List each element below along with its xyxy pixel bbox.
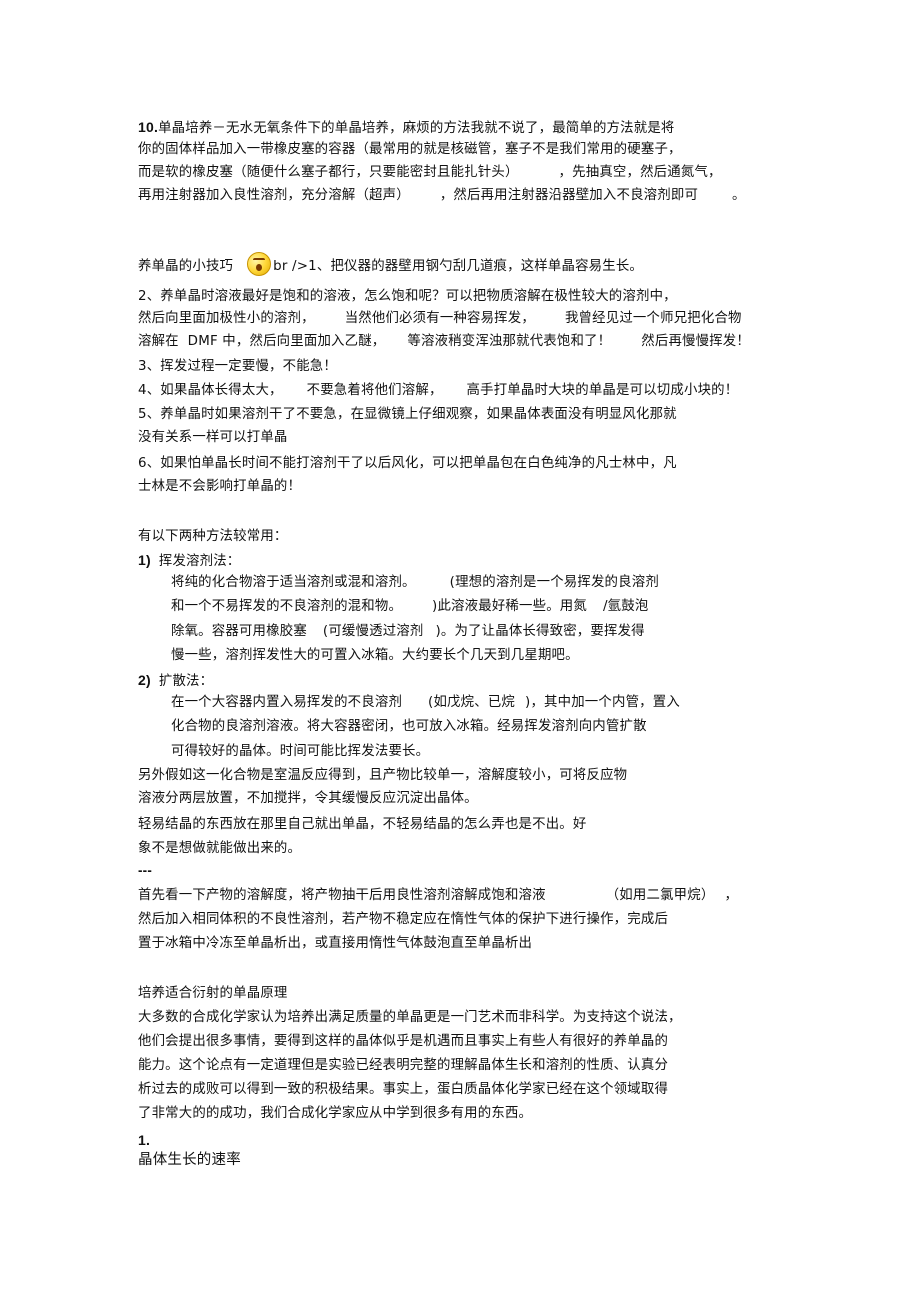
paragraph-line: 他们会提出很多事情，要得到这样的晶体似乎是机遇而且事实上有些人有很好的养单晶的 <box>138 1034 669 1049</box>
section-number: 10. <box>138 119 159 135</box>
method-2-line: 可得较好的晶体。时间可能比挥发法要长。 <box>171 744 430 759</box>
tip-item-5: 5、养单晶时如果溶剂干了不要急，在显微镜上仔细观察，如果晶体表面没有明显风化那就 <box>138 407 677 422</box>
paragraph-line: 你的固体样品加入一带橡皮塞的容器（最常用的就是核磁管，塞子不是我们常用的硬塞子， <box>138 142 682 157</box>
tips-heading-line: 养单晶的小技巧 br />1、把仪器的器壁用钢勺刮几道痕，这样单晶容易生长。 <box>138 252 643 276</box>
method-1-line: 将纯的化合物溶于适当溶剂或混和溶剂。 (理想的溶剂是一个易挥发的良溶剂 <box>171 575 659 590</box>
paragraph-line: 首先看一下产物的溶解度，将产物抽干后用良性溶剂溶解成饱和溶液 （如用二氯甲烷）， <box>138 888 739 903</box>
method-1-line: 慢一些，溶剂挥发性大的可置入冰箱。大约要长个几天到几星期吧。 <box>171 648 579 663</box>
paragraph-line: 另外假如这一化合物是室温反应得到，且产物比较单一，溶解度较小，可将反应物 <box>138 768 628 783</box>
method-1-line: 除氧。容器可用橡胶塞 (可缓慢透过溶剂)。为了让晶体长得致密，要挥发得 <box>171 624 645 639</box>
tip-item-6: 6、如果怕单晶长时间不能打溶剂干了以后风化，可以把单晶包在白色纯净的凡士林中，凡 <box>138 456 677 471</box>
method-1-heading: 1) 挥发溶剂法： <box>138 552 241 569</box>
paragraph-line: 10.单晶培养－无水无氧条件下的单晶培养，麻烦的方法我就不说了，最简单的方法就是… <box>138 119 675 136</box>
methods-intro: 有以下两种方法较常用： <box>138 529 288 544</box>
section-title: 培养适合衍射的单晶原理 <box>138 986 288 1001</box>
method-2-line: 化合物的良溶剂溶液。将大容器密闭，也可放入冰箱。经易挥发溶剂向内管扩散 <box>171 719 647 734</box>
paragraph-line: 置于冰箱中冷冻至单晶析出，或直接用惰性气体鼓泡直至单晶析出 <box>138 936 533 951</box>
paragraph-line: 能力。这个论点有一定道理但是实验已经表明完整的理解晶体生长和溶剂的性质、认真分 <box>138 1058 669 1073</box>
shocked-face-emoticon-icon <box>247 252 272 276</box>
tip-item-5-cont: 没有关系一样可以打单晶 <box>138 430 288 445</box>
tip-item-2-cont: 然后向里面加极性小的溶剂， 当然他们必须有一种容易挥发， 我曾经见过一个师兄把化合物 <box>138 311 742 326</box>
method-1-line: 和一个不易挥发的不良溶剂的混和物。)此溶液最好稀一些。用氮/氩鼓泡 <box>171 599 649 614</box>
paragraph-line: 了非常大的的成功，我们合成化学家应从中学到很多有用的东西。 <box>138 1106 533 1121</box>
paragraph-line: 溶液分两层放置，不加搅拌，令其缓慢反应沉淀出晶体。 <box>138 791 478 806</box>
subsection-title: 晶体生长的速率 <box>138 1152 241 1168</box>
paragraph-line: 象不是想做就能做出来的。 <box>138 841 302 856</box>
paragraph-line: 然后加入相同体积的不良性溶剂，若产物不稳定应在惰性气体的保护下进行操作，完成后 <box>138 912 669 927</box>
method-2-heading: 2) 扩散法： <box>138 672 214 689</box>
separator-text: --- <box>138 863 152 878</box>
tip-item-3: 3、挥发过程一定要慢，不能急！ <box>138 359 337 374</box>
paragraph-line: 再用注射器加入良性溶剂，充分溶解（超声） ，然后再用注射器沿器壁加入不良溶剂即可。 <box>138 188 746 203</box>
paragraph-line: 而是软的橡皮塞（随便什么塞子都行，只要能密封且能扎针头） ，先抽真空，然后通氮气， <box>138 165 722 180</box>
tip-item-4: 4、如果晶体长得太大， 不要急着将他们溶解， 高手打单晶时大块的单晶是可以切成小块的… <box>138 383 739 398</box>
subsection-number: 1. <box>138 1132 151 1148</box>
paragraph-line: 轻易结晶的东西放在那里自己就出单晶，不轻易结晶的怎么弄也是不出。好 <box>138 817 587 832</box>
paragraph-line: 析过去的成败可以得到一致的积极结果。事实上，蛋白质晶体化学家已经在这个领域取得 <box>138 1082 669 1097</box>
tip-item-6-cont: 士林是不会影响打单晶的！ <box>138 479 302 494</box>
paragraph-line: 大多数的合成化学家认为培养出满足质量的单晶更是一门艺术而非科学。为支持这个说法， <box>138 1010 682 1025</box>
tip-item-2-cont: 溶解在 DMF 中，然后向里面加入乙醚， 等溶液稍变浑浊那就代表饱和了！ 然后再慢慢… <box>138 334 750 349</box>
method-2-line: 在一个大容器内置入易挥发的不良溶剂 (如戊烷、已烷)，其中加一个内管，置入 <box>171 695 680 710</box>
document-page: 10.单晶培养－无水无氧条件下的单晶培养，麻烦的方法我就不说了，最简单的方法就是… <box>0 0 920 1301</box>
tip-item-2: 2、养单晶时溶液最好是饱和的溶液，怎么饱和呢？可以把物质溶解在极性较大的溶剂中， <box>138 289 677 304</box>
